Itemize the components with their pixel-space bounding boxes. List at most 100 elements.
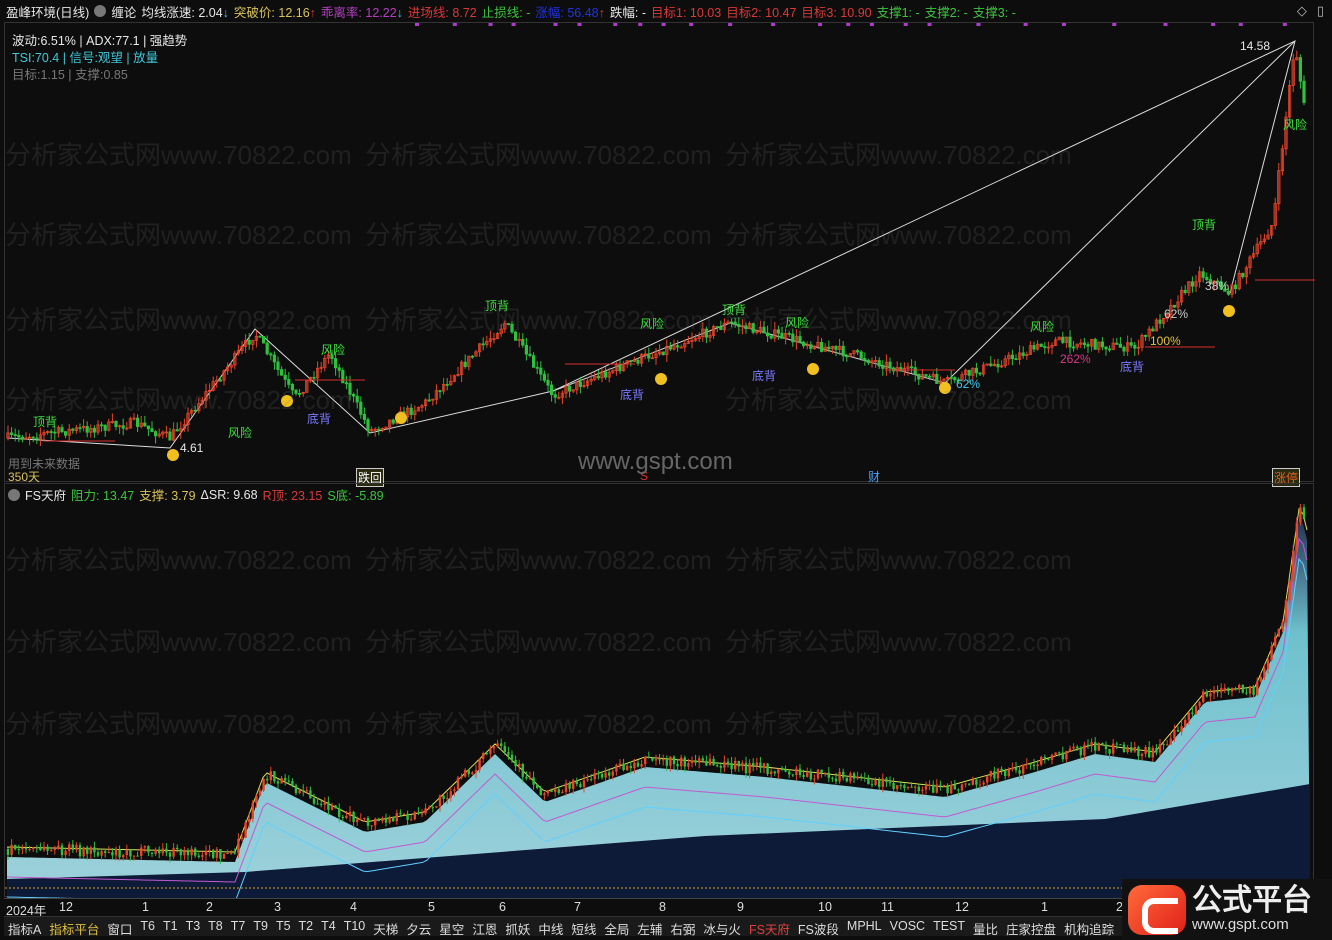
tab-item[interactable]: T2 xyxy=(295,917,318,936)
candle-body xyxy=(1004,771,1006,776)
candle-body xyxy=(122,426,124,428)
candle-body xyxy=(226,853,228,854)
tab-item[interactable]: T5 xyxy=(272,917,295,936)
arrow-up-icon: ↑ xyxy=(310,6,316,20)
support2-value: - xyxy=(964,6,968,20)
tab-item[interactable]: 全局 xyxy=(600,917,633,936)
tab-item[interactable]: FS天府 xyxy=(745,917,794,936)
tab-item[interactable]: 指标平台 xyxy=(45,917,103,936)
tab-item[interactable]: FS波段 xyxy=(794,917,843,936)
candle-body xyxy=(338,368,340,371)
candle-body xyxy=(1123,745,1125,752)
candle-body xyxy=(691,760,693,763)
indicator-panel[interactable] xyxy=(4,483,1314,897)
signal-dot xyxy=(928,23,932,26)
candle-body xyxy=(644,757,646,764)
candle-body xyxy=(61,845,63,855)
candle-body xyxy=(1062,753,1064,760)
candle-body xyxy=(1087,745,1089,747)
tab-item[interactable]: 机构追踪 xyxy=(1060,917,1118,936)
tab-item[interactable]: T3 xyxy=(182,917,205,936)
candle-body xyxy=(1087,345,1089,347)
candle-body xyxy=(1051,755,1053,760)
candle-body xyxy=(334,359,336,368)
candle-body xyxy=(86,847,88,854)
tab-item[interactable]: MPHL xyxy=(843,917,886,936)
tab-item[interactable]: T7 xyxy=(227,917,250,936)
candle-body xyxy=(547,790,549,793)
candle-body xyxy=(176,430,178,431)
tab-item[interactable]: 窗口 xyxy=(103,917,136,936)
candle-body xyxy=(792,334,794,342)
candle-body xyxy=(1274,637,1276,647)
panel-toggle-icon[interactable]: ▯ xyxy=(1317,3,1324,19)
candle-body xyxy=(43,847,45,851)
candle-body xyxy=(982,782,984,784)
candle-body xyxy=(554,395,556,398)
tab-item[interactable]: 抓妖 xyxy=(501,917,534,936)
candle-body xyxy=(392,817,394,821)
candle-body xyxy=(586,779,588,780)
candle-body xyxy=(1069,337,1071,347)
tab-item[interactable]: TEST xyxy=(929,917,969,936)
tab-item[interactable]: VOSC xyxy=(886,917,929,936)
candle-body xyxy=(752,324,754,333)
bias-label: 乖离率: xyxy=(321,2,362,21)
candle-body xyxy=(25,848,27,850)
candle-body xyxy=(882,778,884,786)
tab-item[interactable]: 短线 xyxy=(567,917,600,936)
candle-body xyxy=(266,343,268,354)
candle-body xyxy=(676,764,678,766)
axis-month: 6 xyxy=(499,900,506,914)
tab-item[interactable]: 左辅 xyxy=(633,917,666,936)
annotation-top-divergence: 顶背 xyxy=(485,297,509,314)
dropdown-icon[interactable] xyxy=(8,489,20,501)
candle-body xyxy=(997,364,999,367)
candle-body xyxy=(900,785,902,786)
candle-body xyxy=(219,849,221,859)
annotation-top-divergence: 顶背 xyxy=(722,301,746,318)
tab-item[interactable]: T6 xyxy=(136,917,159,936)
tab-item[interactable]: T10 xyxy=(340,917,370,936)
ma-speed-value: 2.04 xyxy=(198,6,222,20)
candle-body xyxy=(1112,744,1114,754)
main-chart-panel[interactable] xyxy=(4,22,1314,482)
annotation-bottom-divergence: 底背 xyxy=(752,367,776,384)
tab-item[interactable]: 右弼 xyxy=(666,917,699,936)
stop-label: 止损线: xyxy=(482,2,523,21)
candle-body xyxy=(360,402,362,414)
tab-item[interactable]: T9 xyxy=(249,917,272,936)
tab-item[interactable]: 江恩 xyxy=(468,917,501,936)
tab-item[interactable]: T4 xyxy=(317,917,340,936)
candle-body xyxy=(291,781,293,785)
stock-title[interactable]: 盈峰环境(日线) xyxy=(6,2,89,21)
candle-body xyxy=(32,847,34,849)
candle-body xyxy=(1080,748,1082,755)
tab-item[interactable]: 星空 xyxy=(435,917,468,936)
candle-body xyxy=(547,380,549,385)
candle-body xyxy=(914,787,916,788)
tab-item[interactable]: 庄家控盘 xyxy=(1002,917,1060,936)
tab-item[interactable]: 中线 xyxy=(534,917,567,936)
candle-body xyxy=(36,847,38,848)
tab-item[interactable]: T8 xyxy=(204,917,227,936)
tab-item[interactable]: 冰与火 xyxy=(699,917,745,936)
tab-item[interactable]: 天梯 xyxy=(369,917,402,936)
tab-item[interactable]: 夕云 xyxy=(402,917,435,936)
candle-body xyxy=(374,819,376,826)
candle-body xyxy=(194,410,196,411)
indicator-title[interactable]: FS天府 xyxy=(25,485,66,504)
candle-body xyxy=(1137,747,1139,756)
candle-body xyxy=(806,772,808,777)
candle-body xyxy=(748,763,750,773)
candle-body xyxy=(756,763,758,766)
tab-item[interactable]: T1 xyxy=(159,917,182,936)
candle-body xyxy=(1242,273,1244,276)
candle-body xyxy=(720,766,722,768)
tab-item[interactable]: 量比 xyxy=(969,917,1002,936)
diamond-icon[interactable]: ◇ xyxy=(1297,3,1307,19)
candle-body xyxy=(871,784,873,785)
dropdown-icon[interactable] xyxy=(94,5,106,17)
tab-item[interactable]: 指标A xyxy=(4,917,45,936)
candle-body xyxy=(774,772,776,774)
